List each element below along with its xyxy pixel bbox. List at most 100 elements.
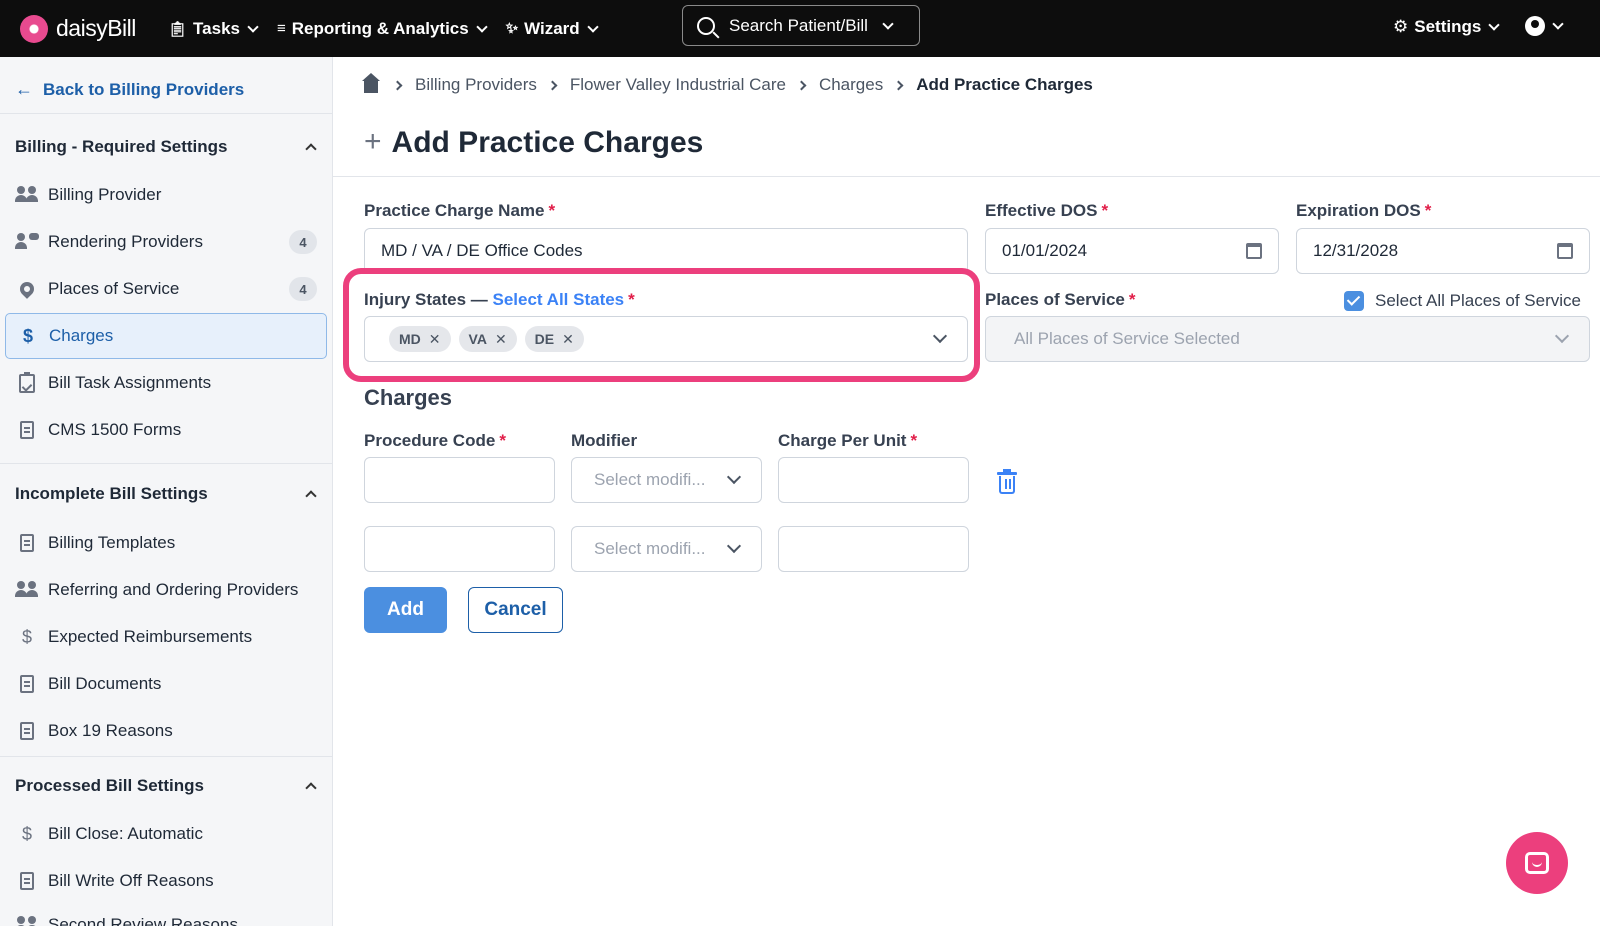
label-text: Modifier xyxy=(571,431,638,450)
sidebar-item-bill-write-off-reasons[interactable]: Bill Write Off Reasons xyxy=(5,858,327,904)
label-text: Effective DOS xyxy=(985,201,1098,220)
sidebar-item-bill-close-automatic[interactable]: $ Bill Close: Automatic xyxy=(5,811,327,857)
chat-launcher-button[interactable] xyxy=(1506,832,1568,894)
sidebar-item-charges[interactable]: $ Charges xyxy=(5,313,327,359)
charge-name-label: Practice Charge Name * xyxy=(364,201,555,221)
dollar-icon: $ xyxy=(21,823,32,844)
required-asterisk: * xyxy=(1128,290,1136,309)
sidebar-item-label: Referring and Ordering Providers xyxy=(48,580,299,599)
arrow-left-icon: ← xyxy=(15,79,33,99)
sidebar-item-label: Bill Close: Automatic xyxy=(48,824,203,843)
places-of-service-label: Places of Service * xyxy=(985,290,1136,310)
calendar-icon[interactable] xyxy=(1246,243,1262,259)
document-icon xyxy=(14,418,40,442)
magic-wand-icon: ✨︎ xyxy=(505,20,519,37)
sidebar-item-label: Rendering Providers xyxy=(48,232,203,251)
divider xyxy=(0,113,332,114)
dollar-icon: $ xyxy=(21,626,32,647)
sidebar-item-bill-task-assignments[interactable]: Bill Task Assignments xyxy=(5,360,327,406)
chat-bubble-icon xyxy=(1525,852,1549,874)
trash-icon[interactable] xyxy=(997,469,1017,494)
sidebar-item-label: Charges xyxy=(49,326,114,345)
modifier-select[interactable]: Select modifi... xyxy=(571,457,762,503)
people-icon xyxy=(14,913,40,926)
places-of-service-select[interactable]: All Places of Service Selected xyxy=(985,316,1590,362)
select-placeholder: Select modifi... xyxy=(594,470,706,489)
map-pin-icon xyxy=(14,277,40,301)
sidebar-item-places-of-service[interactable]: Places of Service 4 xyxy=(5,266,327,312)
sidebar-item-label: Billing Provider xyxy=(48,185,162,204)
charge-per-unit-input[interactable] xyxy=(778,526,969,572)
gear-icon: ⚙︎ xyxy=(1393,17,1409,36)
effective-dos-label: Effective DOS * xyxy=(985,201,1108,221)
chevron-down-icon xyxy=(586,20,599,33)
label-text: Practice Charge Name xyxy=(364,201,545,220)
document-icon xyxy=(14,719,40,743)
people-icon xyxy=(14,183,40,207)
breadcrumb-billing-providers[interactable]: Billing Providers xyxy=(415,75,537,95)
label-text: Charge Per Unit xyxy=(778,431,907,450)
plus-icon: + xyxy=(364,124,382,158)
input-value: MD / VA / DE Office Codes xyxy=(381,241,583,260)
sidebar-item-referring-ordering-providers[interactable]: Referring and Ordering Providers xyxy=(5,567,327,613)
section-incomplete-bill[interactable]: Incomplete Bill Settings xyxy=(15,484,317,504)
calendar-icon[interactable] xyxy=(1557,243,1573,259)
chevron-down-icon xyxy=(476,20,488,33)
nav-reporting-analytics[interactable]: ≡ Reporting & Analytics xyxy=(277,19,488,39)
expiration-dos-input[interactable]: 12/31/2028 xyxy=(1296,228,1590,274)
input-value: 01/01/2024 xyxy=(1002,241,1088,260)
sidebar-item-expected-reimbursements[interactable]: $ Expected Reimbursements xyxy=(5,614,327,660)
back-to-billing-providers-link[interactable]: ← Back to Billing Providers xyxy=(15,79,244,100)
procedure-code-label: Procedure Code * xyxy=(364,431,506,451)
brand-logo[interactable]: daisyBill xyxy=(20,14,148,43)
sidebar-item-second-review-reasons[interactable]: Second Review Reasons xyxy=(5,902,327,926)
sidebar-item-cms-1500-forms[interactable]: CMS 1500 Forms xyxy=(5,407,327,453)
required-asterisk: * xyxy=(1101,201,1109,220)
breadcrumb-charges[interactable]: Charges xyxy=(819,75,883,95)
section-billing-required[interactable]: Billing - Required Settings xyxy=(15,137,317,157)
procedure-code-input[interactable] xyxy=(364,457,555,503)
chevron-right-icon xyxy=(796,80,807,90)
back-link-label: Back to Billing Providers xyxy=(43,79,245,99)
chevron-up-icon xyxy=(305,782,317,794)
chevron-right-icon xyxy=(893,80,904,90)
sidebar-item-billing-templates[interactable]: Billing Templates xyxy=(5,520,327,566)
breadcrumb: Billing Providers Flower Valley Industri… xyxy=(362,73,1093,95)
user-menu[interactable] xyxy=(1525,16,1564,36)
add-button[interactable]: Add xyxy=(364,587,447,633)
dollar-icon: $ xyxy=(22,325,33,346)
document-icon xyxy=(14,531,40,555)
chevron-down-icon xyxy=(726,469,742,485)
section-processed-bill[interactable]: Processed Bill Settings xyxy=(15,776,317,796)
charge-per-unit-input[interactable] xyxy=(778,457,969,503)
sidebar-item-bill-documents[interactable]: Bill Documents xyxy=(5,661,327,707)
effective-dos-input[interactable]: 01/01/2024 xyxy=(985,228,1279,274)
sidebar-item-billing-provider[interactable]: Billing Provider xyxy=(5,172,327,218)
sidebar-item-box-19-reasons[interactable]: Box 19 Reasons xyxy=(5,708,327,754)
charge-per-unit-label: Charge Per Unit * xyxy=(778,431,917,451)
divider xyxy=(0,463,332,464)
nav-wizard[interactable]: ✨︎ Wizard xyxy=(505,19,599,39)
label-text: Expiration DOS xyxy=(1296,201,1421,220)
nav-tasks[interactable]: 📋︎ Tasks xyxy=(168,19,259,39)
select-all-places-checkbox[interactable]: Select All Places of Service xyxy=(1344,291,1581,311)
breadcrumb-provider-name[interactable]: Flower Valley Industrial Care xyxy=(570,75,786,95)
procedure-code-input[interactable] xyxy=(364,526,555,572)
settings-sidebar: ← Back to Billing Providers Billing - Re… xyxy=(0,57,333,926)
sidebar-item-label: Bill Write Off Reasons xyxy=(48,871,214,890)
count-badge: 4 xyxy=(289,230,317,254)
modifier-select[interactable]: Select modifi... xyxy=(571,526,762,572)
document-icon xyxy=(14,672,40,696)
home-icon[interactable] xyxy=(362,73,380,93)
section-title: Incomplete Bill Settings xyxy=(15,484,208,503)
sidebar-item-label: Bill Task Assignments xyxy=(48,373,212,392)
expiration-dos-label: Expiration DOS * xyxy=(1296,201,1431,221)
sidebar-item-rendering-providers[interactable]: Rendering Providers 4 xyxy=(5,219,327,265)
cancel-button[interactable]: Cancel xyxy=(468,587,563,633)
settings-menu[interactable]: ⚙︎ Settings xyxy=(1393,17,1500,37)
chevron-down-icon xyxy=(726,538,742,554)
checkbox-checked-icon[interactable] xyxy=(1344,291,1364,311)
checkbox-label: Select All Places of Service xyxy=(1375,291,1581,310)
search-patient-bill[interactable]: Search Patient/Bill xyxy=(682,5,920,46)
section-title: Processed Bill Settings xyxy=(15,776,204,795)
